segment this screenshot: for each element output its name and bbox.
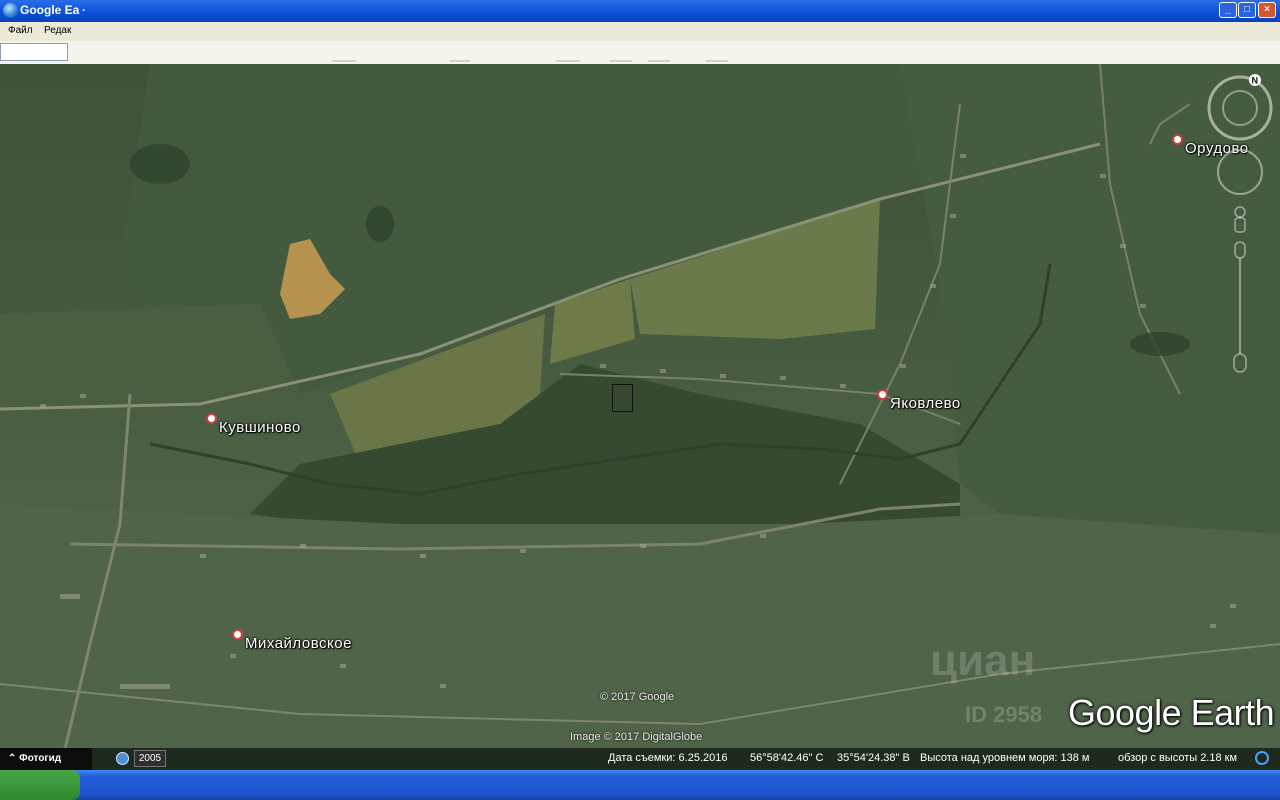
svg-text:N: N xyxy=(1252,76,1259,86)
toolbar-button[interactable] xyxy=(706,60,728,62)
terrain-imagery xyxy=(0,64,1280,770)
google-copyright: © 2017 Google xyxy=(600,691,675,703)
menu-edit[interactable]: Редак xyxy=(44,25,71,36)
streaming-status-icon xyxy=(1255,751,1269,765)
eye-altitude-readout: обзор с высоты 2.18 км xyxy=(1118,752,1238,764)
minimize-button[interactable]: _ xyxy=(1219,2,1237,18)
menu-bar: Файл Редак xyxy=(0,22,1280,41)
pan-joystick-icon[interactable] xyxy=(1217,149,1263,195)
satellite-map-view[interactable]: Орудово Яковлево Кувшиново Михайловское … xyxy=(0,64,1280,770)
street-view-pegman-icon[interactable] xyxy=(1234,206,1246,233)
close-button[interactable]: × xyxy=(1258,2,1276,18)
cian-watermark-id: ID 2958 xyxy=(965,702,1043,727)
placemark-pin-icon[interactable] xyxy=(877,389,888,400)
imagery-copyright: Image © 2017 DigitalGlobe xyxy=(570,731,703,743)
zoom-slider[interactable] xyxy=(1233,241,1247,373)
window-title: Google Ea xyxy=(20,3,80,17)
tour-guide-button[interactable]: ⌃ Фотогид xyxy=(0,748,92,770)
toolbar xyxy=(0,41,1280,65)
menu-file[interactable]: Файл xyxy=(8,25,33,36)
place-mikhaylovskoe[interactable]: Михайловское xyxy=(232,617,352,652)
place-label[interactable]: Михайловское xyxy=(245,635,352,652)
search-input[interactable] xyxy=(0,43,68,61)
imagery-date: Дата съемки: 6.25.2016 xyxy=(608,752,728,764)
google-earth-app-icon xyxy=(3,3,18,18)
toolbar-button[interactable] xyxy=(556,60,580,62)
window-title-suffix: · xyxy=(82,3,86,17)
toolbar-button[interactable] xyxy=(610,60,632,62)
google-earth-logo: Google Earth xyxy=(1068,692,1275,733)
toolbar-button[interactable] xyxy=(332,60,356,62)
compass-ring-icon[interactable] xyxy=(1207,75,1273,141)
window-titlebar[interactable]: Google Ea · _ □ × xyxy=(0,0,1280,22)
place-kuvshinovo[interactable]: Кувшиново xyxy=(206,401,301,436)
cian-watermark: циан xyxy=(930,636,1036,685)
os-taskbar xyxy=(0,770,1280,800)
place-label[interactable]: Кувшиново xyxy=(219,419,301,436)
place-yakovlevo[interactable]: Яковлево xyxy=(877,377,961,412)
navigation-controls: N xyxy=(1205,72,1275,382)
historical-year-label[interactable]: 2005 xyxy=(134,750,166,767)
placemark-pin-icon[interactable] xyxy=(206,413,217,424)
toolbar-button[interactable] xyxy=(450,60,470,62)
maximize-button[interactable]: □ xyxy=(1238,2,1256,18)
north-icon[interactable]: N xyxy=(1249,74,1261,86)
place-label[interactable]: Яковлево xyxy=(890,395,961,412)
latitude-readout: 56°58'42.46" С xyxy=(750,752,824,764)
status-bar: ⌃ Фотогид 2005 Дата съемки: 6.25.2016 56… xyxy=(0,748,1280,770)
placemark-pin-icon[interactable] xyxy=(1172,134,1183,145)
toolbar-button[interactable] xyxy=(648,60,670,62)
elevation-readout: Высота над уровнем моря: 138 м xyxy=(920,752,1090,764)
selection-rectangle xyxy=(612,384,633,412)
placemark-pin-icon[interactable] xyxy=(232,629,243,640)
historical-imagery-icon[interactable] xyxy=(116,752,129,765)
longitude-readout: 35°54'24.38" В xyxy=(837,752,910,764)
start-button[interactable] xyxy=(0,770,80,800)
